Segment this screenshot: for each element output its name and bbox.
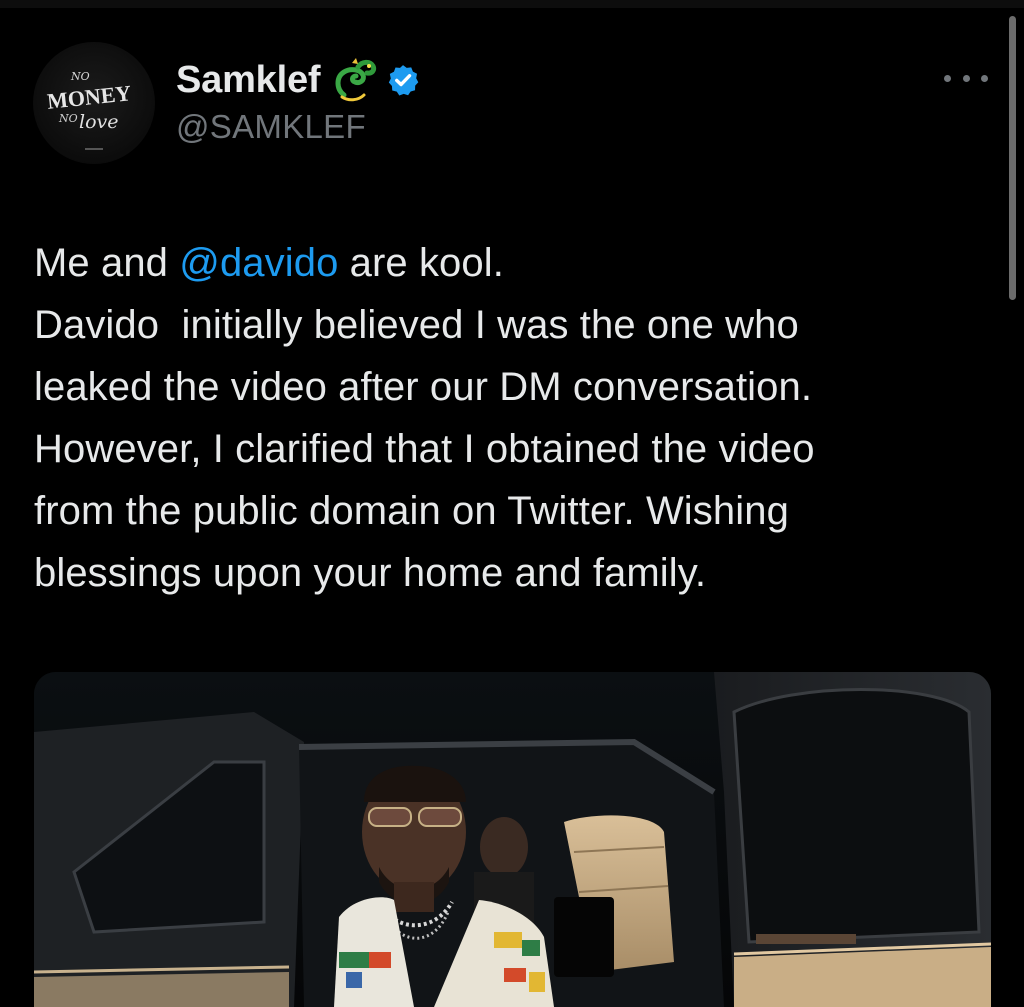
tweet-line-text: Me and — [34, 241, 180, 285]
author-handle[interactable]: @SAMKLEF — [176, 108, 366, 146]
more-dot — [962, 74, 970, 82]
top-strip — [0, 0, 1024, 8]
avatar-text-money: MONEY — [46, 80, 133, 114]
more-options-icon[interactable] — [944, 64, 988, 92]
more-dot — [981, 74, 988, 82]
avatar-logo: NO MONEY NO love — [46, 70, 133, 150]
tweet-line: However, I clarified that I obtained the… — [34, 427, 815, 471]
tweet-media-photo[interactable] — [34, 672, 991, 1007]
mention-link[interactable]: @davido — [179, 241, 338, 285]
avatar-text-no-2: NO — [58, 112, 78, 125]
tweet-line: Me and @davido are kool. — [34, 232, 994, 294]
scrollbar-thumb[interactable] — [1009, 16, 1016, 300]
avatar-underline — [85, 148, 103, 150]
name-row: Samklef — [176, 54, 420, 106]
avatar[interactable]: NO MONEY NO love — [33, 42, 155, 164]
tweet-line: blessings upon your home and family. — [34, 551, 707, 595]
dragon-emoji-icon — [335, 58, 377, 102]
tweet-line-text: are kool. — [338, 241, 504, 285]
tweet-line: Davido initially believed I was the one … — [34, 303, 799, 347]
avatar-text-love: love — [79, 111, 119, 133]
display-name[interactable]: Samklef — [176, 59, 321, 102]
tweet-line: from the public domain on Twitter. Wishi… — [34, 489, 789, 533]
verified-badge-icon — [389, 65, 419, 96]
tweet-text: Me and @davido are kool. Davido initiall… — [34, 232, 994, 604]
more-dot — [944, 74, 951, 82]
photo-illustration — [34, 672, 991, 1007]
tweet-line: leaked the video after our DM conversati… — [34, 365, 813, 409]
avatar-text-no: NO — [70, 70, 90, 83]
